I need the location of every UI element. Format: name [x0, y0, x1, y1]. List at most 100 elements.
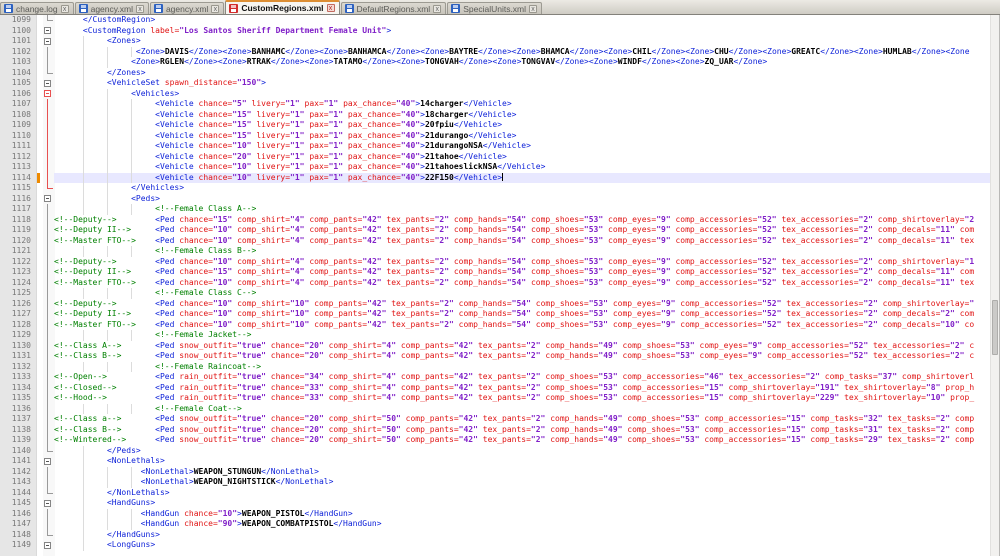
code-text[interactable]: <!--Female Coat--> — [54, 404, 990, 415]
code-text[interactable]: <!--Deputy--> <Ped chance="10" comp_shir… — [54, 257, 990, 268]
code-text[interactable]: <!--Hood--> <Ped rain_outfit="true" chan… — [54, 393, 990, 404]
line-number: 1149 — [0, 540, 36, 551]
code-text[interactable]: <!--Deputy II--> <Ped chance="10" comp_s… — [54, 309, 990, 320]
tab-agency-xml[interactable]: agency.xmlx — [75, 2, 149, 14]
code-line: 1121 <!--Female Class B--> — [0, 246, 990, 257]
fold-cell[interactable] — [42, 456, 54, 467]
code-text[interactable]: </Zones> — [54, 68, 990, 79]
code-text[interactable]: <Vehicle chance="20" livery="1" pax="1" … — [54, 152, 990, 163]
code-text[interactable]: <!--Deputy II--> <Ped chance="10" comp_s… — [54, 225, 990, 236]
fold-cell — [42, 183, 54, 194]
indent-guide — [83, 477, 84, 488]
code-text[interactable]: <Vehicle chance="10" livery="1" pax="1" … — [54, 162, 990, 173]
code-text[interactable]: <VehicleSet spawn_distance="150"> — [54, 78, 990, 89]
code-text[interactable]: <!--Master FTO--> <Ped chance="10" comp_… — [54, 320, 990, 331]
fold-cell[interactable] — [42, 78, 54, 89]
vertical-scrollbar[interactable] — [990, 15, 1000, 556]
fold-collapse-icon[interactable] — [44, 500, 51, 507]
code-text[interactable]: <!--Female Jacket--> — [54, 330, 990, 341]
code-text[interactable]: <Vehicle chance="15" livery="1" pax="1" … — [54, 110, 990, 121]
fold-collapse-icon[interactable] — [44, 27, 51, 34]
fold-cell — [42, 351, 54, 362]
code-text[interactable]: <!--Class a--> <Ped snow_outfit="true" c… — [54, 414, 990, 425]
code-text[interactable]: <Zone>RGLEN</Zone><Zone>RTRAK</Zone><Zon… — [54, 57, 990, 68]
code-text[interactable]: <!--Master FTO--> <Ped chance="10" comp_… — [54, 278, 990, 289]
code-text[interactable]: <Peds> — [54, 194, 990, 205]
tab-change-log[interactable]: change.logx — [0, 2, 74, 14]
tab-defaultregions-xml[interactable]: DefaultRegions.xmlx — [341, 2, 447, 14]
fold-cell[interactable] — [42, 36, 54, 47]
close-tab-icon[interactable]: x — [136, 5, 144, 13]
code-text[interactable]: <!--Female Class C--> — [54, 288, 990, 299]
code-text[interactable]: <NonLethal>WEAPON_STUNGUN</NonLethal> — [54, 467, 990, 478]
fold-cell[interactable] — [42, 26, 54, 37]
code-text[interactable]: <CustomRegion label="Los Santos Sheriff … — [54, 26, 990, 37]
fold-cell — [42, 236, 54, 247]
scrollbar-thumb[interactable] — [992, 300, 998, 355]
close-tab-icon[interactable]: x — [433, 5, 441, 13]
code-text[interactable]: <LongGuns> — [54, 540, 990, 551]
code-text[interactable]: <!--Deputy II--> <Ped chance="15" comp_s… — [54, 267, 990, 278]
code-text[interactable]: <!--Open--> <Ped rain_outfit="true" chan… — [54, 372, 990, 383]
fold-collapse-icon[interactable] — [44, 542, 51, 549]
code-text[interactable]: <!--Class B--> <Ped snow_outfit="true" c… — [54, 425, 990, 436]
code-text[interactable]: <HandGun chance="90">WEAPON_COMBATPISTOL… — [54, 519, 990, 530]
fold-cell[interactable] — [42, 89, 54, 100]
code-text[interactable]: <!--Class A--> <Ped snow_outfit="true" c… — [54, 341, 990, 352]
code-text[interactable]: <!--Female Raincoat--> — [54, 362, 990, 373]
code-text[interactable]: <!--Master FTO--> <Ped chance="10" comp_… — [54, 236, 990, 247]
line-number: 1141 — [0, 456, 36, 467]
close-tab-icon[interactable]: x — [61, 5, 69, 13]
close-tab-icon[interactable]: x — [327, 4, 335, 12]
code-text[interactable]: </Peds> — [54, 446, 990, 457]
code-text[interactable]: </CustomRegion> — [54, 15, 990, 26]
code-line: 1116 <Peds> — [0, 194, 990, 205]
code-text[interactable]: <!--Deputy--> <Ped chance="15" comp_shir… — [54, 215, 990, 226]
fold-collapse-icon[interactable] — [44, 38, 51, 45]
code-text[interactable]: <Vehicle chance="5" livery="1" pax="1" p… — [54, 99, 990, 110]
tab-specialunits-xml[interactable]: SpecialUnits.xmlx — [447, 2, 542, 14]
code-text[interactable]: <!--Wintered--> <Ped snow_outfit="true" … — [54, 435, 990, 446]
code-text[interactable]: <!--Closed--> <Ped rain_outfit="true" ch… — [54, 383, 990, 394]
code-text[interactable]: <Vehicle chance="15" livery="1" pax="1" … — [54, 131, 990, 142]
tab-customregions-xml[interactable]: CustomRegions.xmlx — [225, 0, 339, 14]
fold-cell[interactable] — [42, 498, 54, 509]
code-text[interactable]: <HandGuns> — [54, 498, 990, 509]
code-text[interactable]: <Zones> — [54, 36, 990, 47]
indent-guide — [107, 141, 108, 152]
line-number: 1146 — [0, 509, 36, 520]
fold-collapse-icon[interactable] — [44, 80, 51, 87]
fold-guide-line — [47, 120, 48, 131]
code-line: 1148 </HandGuns> — [0, 530, 990, 541]
code-text[interactable]: <Zone>DAVIS</Zone><Zone>BANHAMC</Zone><Z… — [54, 47, 990, 58]
code-text[interactable]: <NonLethal>WEAPON_NIGHTSTICK</NonLethal> — [54, 477, 990, 488]
code-text[interactable]: </NonLethals> — [54, 488, 990, 499]
code-line: 1127<!--Deputy II--> <Ped chance="10" co… — [0, 309, 990, 320]
close-tab-icon[interactable]: x — [529, 5, 537, 13]
code-text[interactable]: <Vehicle chance="15" livery="1" pax="1" … — [54, 120, 990, 131]
code-text[interactable]: </Vehicles> — [54, 183, 990, 194]
fold-collapse-icon[interactable] — [44, 90, 51, 97]
code-text[interactable]: <!--Class B--> <Ped snow_outfit="true" c… — [54, 351, 990, 362]
code-text[interactable]: <HandGun chance="10">WEAPON_PISTOL</Hand… — [54, 509, 990, 520]
code-text[interactable]: <NonLethals> — [54, 456, 990, 467]
indent-guide — [83, 467, 84, 478]
tab-agency-xml[interactable]: agency.xmlx — [150, 2, 224, 14]
fold-collapse-icon[interactable] — [44, 195, 51, 202]
code-editor[interactable]: 1099 </CustomRegion>1100 <CustomRegion l… — [0, 15, 1000, 556]
fold-guide-line — [47, 236, 48, 247]
fold-collapse-icon[interactable] — [44, 458, 51, 465]
line-number: 1126 — [0, 299, 36, 310]
fold-cell[interactable] — [42, 194, 54, 205]
code-text[interactable]: </HandGuns> — [54, 530, 990, 541]
code-text[interactable]: <!--Female Class B--> — [54, 246, 990, 257]
code-text[interactable]: <Vehicle chance="10" livery="1" pax="1" … — [54, 141, 990, 152]
close-tab-icon[interactable]: x — [211, 5, 219, 13]
code-line: 1139<!--Wintered--> <Ped snow_outfit="tr… — [0, 435, 990, 446]
code-text[interactable]: <!--Female Class A--> — [54, 204, 990, 215]
code-text[interactable]: <!--Deputy--> <Ped chance="10" comp_shir… — [54, 299, 990, 310]
fold-cell[interactable] — [42, 540, 54, 551]
line-number: 1128 — [0, 320, 36, 331]
code-text[interactable]: <Vehicle chance="10" livery="1" pax="1" … — [54, 173, 990, 184]
code-text[interactable]: <Vehicles> — [54, 89, 990, 100]
